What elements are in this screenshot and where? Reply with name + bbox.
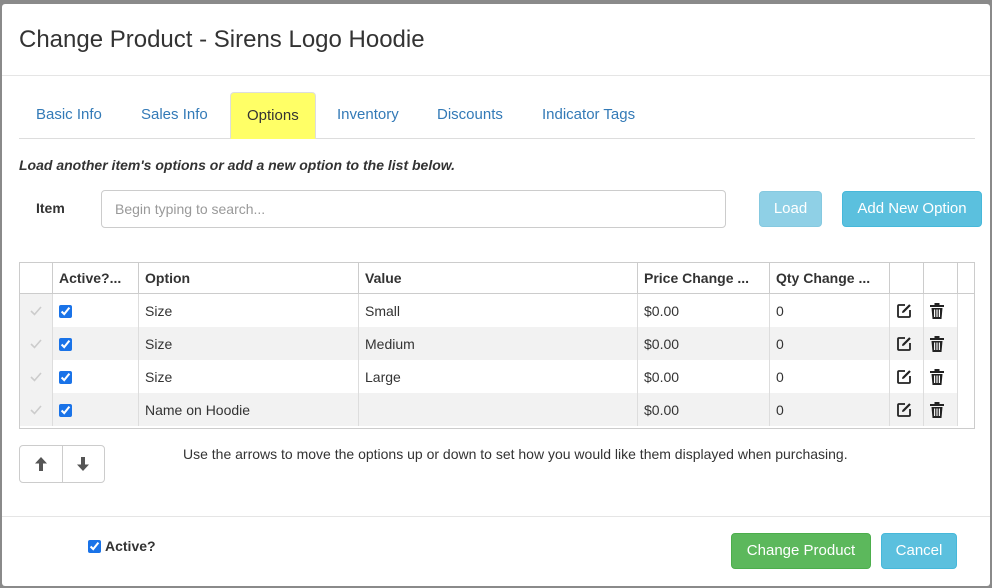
table-row[interactable]: Size Medium $0.00 0	[19, 327, 975, 360]
edit-icon[interactable]	[896, 402, 912, 418]
checkmark-icon	[30, 404, 42, 415]
move-up-button[interactable]	[20, 446, 62, 482]
move-down-button[interactable]	[61, 446, 105, 482]
row-select-cell[interactable]	[19, 393, 53, 426]
active-cell[interactable]	[52, 393, 139, 426]
option-cell[interactable]: Name on Hoodie	[138, 393, 359, 426]
modal-header: Change Product - Sirens Logo Hoodie	[2, 4, 990, 76]
qty-change-cell[interactable]: 0	[769, 360, 890, 393]
edit-column-header	[889, 262, 924, 294]
change-product-modal: Change Product - Sirens Logo Hoodie Basi…	[2, 4, 990, 586]
delete-cell[interactable]	[923, 293, 958, 327]
checkmark-icon	[30, 338, 42, 349]
delete-cell[interactable]	[923, 393, 958, 426]
tab-options[interactable]: Options	[230, 92, 316, 139]
row-filler	[957, 393, 975, 426]
edit-cell[interactable]	[889, 293, 924, 327]
edit-icon[interactable]	[896, 369, 912, 385]
delete-cell[interactable]	[923, 360, 958, 393]
row-select-cell[interactable]	[19, 360, 53, 393]
active-checkbox[interactable]	[59, 305, 72, 319]
edit-cell[interactable]	[889, 393, 924, 426]
price-change-cell[interactable]: $0.00	[637, 360, 770, 393]
load-button[interactable]: Load	[759, 191, 822, 227]
value-cell[interactable]	[358, 393, 638, 426]
delete-cell[interactable]	[923, 327, 958, 360]
options-instructions: Load another item's options or add a new…	[19, 157, 456, 173]
value-column-header[interactable]: Value	[358, 262, 638, 294]
item-label: Item	[36, 200, 65, 216]
tab-indicator-tags[interactable]: Indicator Tags	[542, 92, 635, 138]
checkmark-icon	[30, 305, 42, 316]
tab-sales-info[interactable]: Sales Info	[141, 92, 208, 138]
active-column-header[interactable]: Active?...	[52, 262, 139, 294]
edit-icon[interactable]	[896, 303, 912, 319]
tab-basic-info[interactable]: Basic Info	[36, 92, 102, 138]
tab-inventory[interactable]: Inventory	[337, 92, 399, 138]
table-row[interactable]: Size Large $0.00 0	[19, 360, 975, 393]
active-label: Active?	[105, 538, 156, 554]
option-cell[interactable]: Size	[138, 293, 359, 327]
modal-title: Change Product - Sirens Logo Hoodie	[19, 26, 425, 53]
row-select-cell[interactable]	[19, 293, 53, 327]
qty-change-cell[interactable]: 0	[769, 393, 890, 426]
checkmark-icon	[30, 371, 42, 382]
trash-icon[interactable]	[930, 336, 944, 353]
change-product-button[interactable]: Change Product	[731, 533, 871, 569]
qty-change-cell[interactable]: 0	[769, 293, 890, 327]
active-checkbox[interactable]	[59, 404, 72, 418]
option-cell[interactable]: Size	[138, 360, 359, 393]
qty-change-cell[interactable]: 0	[769, 327, 890, 360]
row-select-cell[interactable]	[19, 327, 53, 360]
active-toggle[interactable]: Active?	[88, 538, 156, 554]
price-change-cell[interactable]: $0.00	[637, 293, 770, 327]
grid-header-filler	[957, 262, 975, 294]
price-change-cell[interactable]: $0.00	[637, 393, 770, 426]
edit-cell[interactable]	[889, 360, 924, 393]
qty-change-column-header[interactable]: Qty Change ...	[769, 262, 890, 294]
reorder-button-group	[19, 445, 105, 483]
table-row[interactable]: Size Small $0.00 0	[19, 293, 975, 327]
select-column-header	[19, 262, 53, 294]
trash-icon[interactable]	[930, 369, 944, 386]
active-cell[interactable]	[52, 327, 139, 360]
value-cell[interactable]: Medium	[358, 327, 638, 360]
active-cell[interactable]	[52, 360, 139, 393]
value-cell[interactable]: Small	[358, 293, 638, 327]
arrow-up-icon	[34, 457, 47, 471]
price-change-column-header[interactable]: Price Change ...	[637, 262, 770, 294]
trash-icon[interactable]	[930, 303, 944, 320]
tab-bar: Basic Info Sales Info Options Inventory …	[19, 92, 975, 139]
row-filler	[957, 293, 975, 327]
edit-icon[interactable]	[896, 336, 912, 352]
options-grid: Active?... Option Value Price Change ...…	[19, 262, 975, 429]
delete-column-header	[923, 262, 958, 294]
cancel-button[interactable]: Cancel	[881, 533, 957, 569]
trash-icon[interactable]	[930, 402, 944, 419]
grid-header-row: Active?... Option Value Price Change ...…	[19, 262, 975, 294]
table-row[interactable]: Name on Hoodie $0.00 0	[19, 393, 975, 426]
active-checkbox[interactable]	[59, 371, 72, 385]
product-active-checkbox[interactable]	[88, 539, 101, 553]
active-cell[interactable]	[52, 293, 139, 327]
value-cell[interactable]: Large	[358, 360, 638, 393]
row-filler	[957, 360, 975, 393]
row-filler	[957, 327, 975, 360]
add-new-option-button[interactable]: Add New Option	[842, 191, 982, 227]
tab-discounts[interactable]: Discounts	[437, 92, 503, 138]
arrow-down-icon	[77, 457, 90, 471]
option-column-header[interactable]: Option	[138, 262, 359, 294]
option-cell[interactable]: Size	[138, 327, 359, 360]
item-search-input[interactable]	[101, 190, 726, 228]
grid-empty-space	[19, 426, 975, 429]
price-change-cell[interactable]: $0.00	[637, 327, 770, 360]
active-checkbox[interactable]	[59, 338, 72, 352]
edit-cell[interactable]	[889, 327, 924, 360]
footer-divider	[2, 516, 990, 517]
reorder-hint: Use the arrows to move the options up or…	[183, 446, 848, 462]
